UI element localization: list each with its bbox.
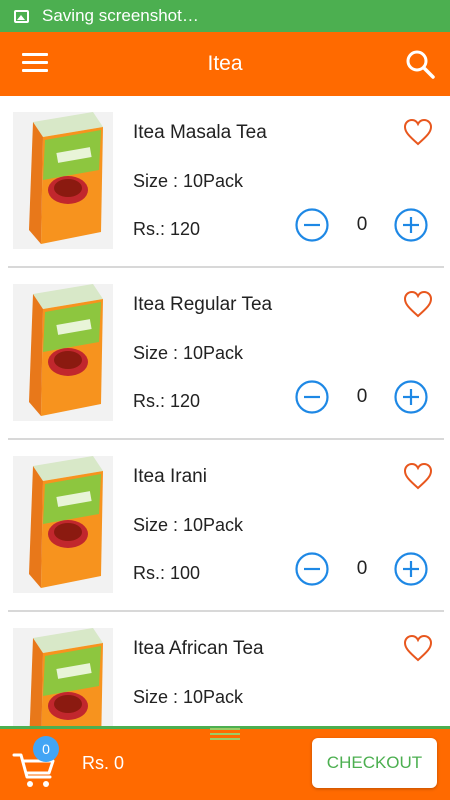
status-bar: Saving screenshot… bbox=[0, 0, 450, 32]
product-card[interactable]: Itea Masala Tea Size : 10Pack Rs.: 120 0 bbox=[8, 96, 444, 268]
status-text: Saving screenshot… bbox=[42, 6, 199, 25]
drag-handle[interactable] bbox=[210, 728, 240, 742]
search-icon[interactable] bbox=[404, 48, 436, 80]
heart-icon[interactable] bbox=[403, 290, 433, 318]
cart-count-badge: 0 bbox=[33, 736, 59, 762]
product-size: Size : 10Pack bbox=[133, 171, 244, 191]
product-name: Itea Regular Tea bbox=[133, 294, 273, 315]
checkout-button[interactable]: CHECKOUT bbox=[312, 738, 437, 788]
product-size: Size : 10Pack bbox=[133, 343, 244, 363]
product-card[interactable]: Itea Irani Size : 10Pack Rs.: 100 0 bbox=[8, 440, 444, 612]
decrease-quantity-button[interactable] bbox=[295, 208, 329, 242]
image-icon bbox=[14, 9, 29, 23]
product-card[interactable]: Itea African Tea Size : 10Pack bbox=[8, 612, 444, 726]
product-image bbox=[13, 284, 113, 421]
product-price: Rs.: 120 bbox=[133, 219, 201, 239]
heart-icon[interactable] bbox=[403, 462, 433, 490]
quantity-value: 0 bbox=[356, 558, 368, 579]
quantity-value: 0 bbox=[356, 214, 368, 235]
product-card[interactable]: Itea Regular Tea Size : 10Pack Rs.: 120 … bbox=[8, 268, 444, 440]
product-size: Size : 10Pack bbox=[133, 515, 244, 535]
increase-quantity-button[interactable] bbox=[394, 380, 428, 414]
page-title: Itea bbox=[207, 52, 243, 75]
app-bar: Itea bbox=[0, 32, 450, 96]
decrease-quantity-button[interactable] bbox=[295, 552, 329, 586]
increase-quantity-button[interactable] bbox=[394, 552, 428, 586]
product-price: Rs.: 120 bbox=[133, 391, 201, 411]
heart-icon[interactable] bbox=[403, 634, 433, 662]
product-name: Itea Masala Tea bbox=[133, 122, 267, 143]
product-image bbox=[13, 628, 113, 726]
decrease-quantity-button[interactable] bbox=[295, 380, 329, 414]
product-list[interactable]: Itea Masala Tea Size : 10Pack Rs.: 120 0 bbox=[0, 96, 450, 726]
product-image bbox=[13, 112, 113, 249]
cart-total: Rs. 0 bbox=[82, 753, 125, 773]
product-price: Rs.: 100 bbox=[133, 563, 201, 583]
product-name: Itea Irani bbox=[133, 466, 207, 487]
quantity-value: 0 bbox=[356, 386, 368, 407]
product-name: Itea African Tea bbox=[133, 638, 264, 659]
increase-quantity-button[interactable] bbox=[394, 208, 428, 242]
product-size: Size : 10Pack bbox=[133, 687, 244, 707]
heart-icon[interactable] bbox=[403, 118, 433, 146]
hamburger-menu-icon[interactable] bbox=[22, 53, 48, 75]
product-image bbox=[13, 456, 113, 593]
